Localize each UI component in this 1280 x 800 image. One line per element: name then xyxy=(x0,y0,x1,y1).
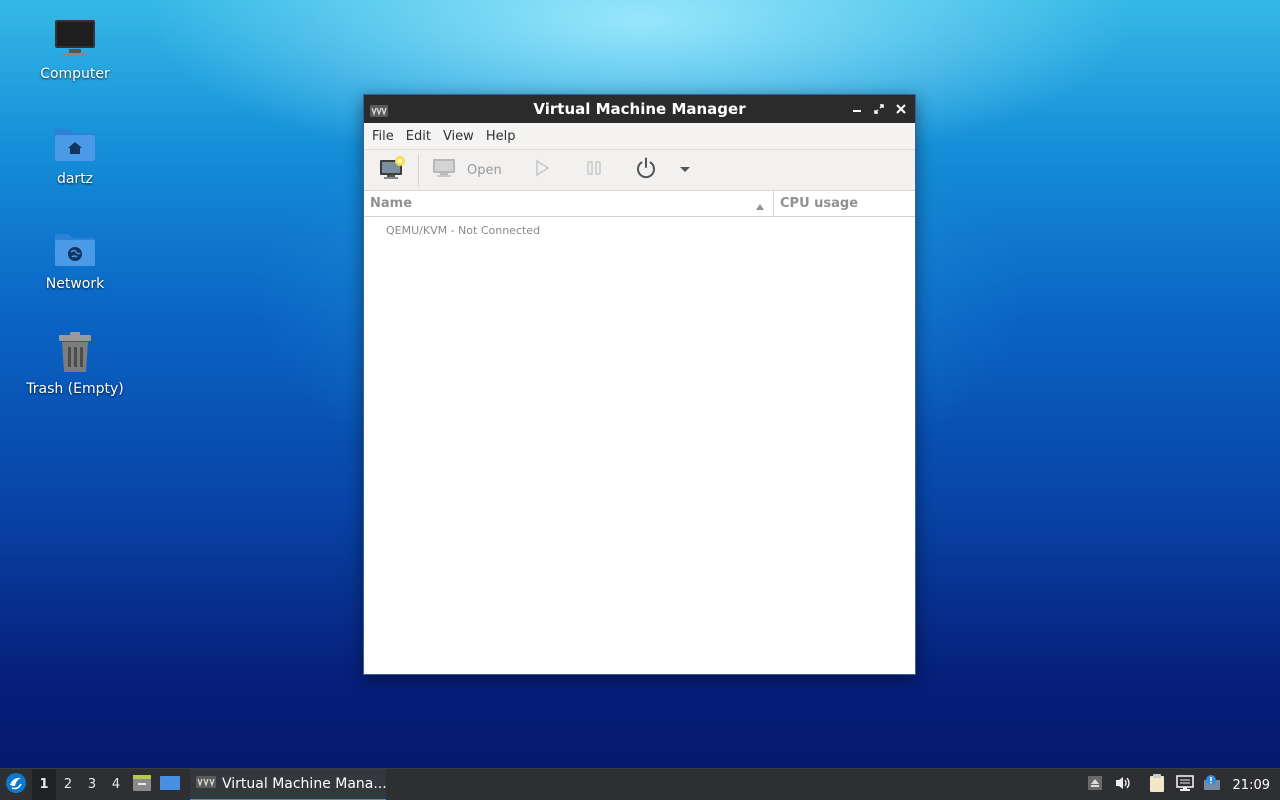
close-icon[interactable] xyxy=(893,101,909,117)
eject-icon xyxy=(1087,775,1103,795)
column-name-label: Name xyxy=(370,196,413,211)
monitor-icon xyxy=(431,157,457,183)
clipboard-icon xyxy=(1148,773,1166,797)
connection-label: QEMU/KVM - Not Connected xyxy=(386,223,541,237)
trash-icon xyxy=(51,329,99,377)
desktop-icon-home[interactable]: dartz xyxy=(20,119,130,187)
network-folder-icon xyxy=(51,224,99,272)
start-menu-button[interactable] xyxy=(0,769,32,800)
new-vm-icon xyxy=(378,155,406,185)
taskbar-window-button[interactable]: Virtual Machine Mana... xyxy=(190,768,386,800)
virt-manager-window: Virtual Machine Manager File Edit View H… xyxy=(363,94,916,675)
shutdown-button[interactable] xyxy=(628,153,664,187)
shutdown-menu-button[interactable] xyxy=(672,153,698,187)
vm-list: QEMU/KVM - Not Connected xyxy=(364,217,915,674)
power-icon xyxy=(634,156,658,184)
desktop-icon-trash[interactable]: Trash (Empty) xyxy=(20,329,130,397)
update-notifier-icon xyxy=(1203,774,1223,796)
window-titlebar[interactable]: Virtual Machine Manager xyxy=(364,95,915,123)
toolbar-separator xyxy=(418,154,419,186)
list-header: Name CPU usage xyxy=(364,191,915,217)
network-status-button[interactable] xyxy=(1171,769,1199,800)
window-title: Virtual Machine Manager xyxy=(533,100,746,118)
clock[interactable]: 21:09 xyxy=(1227,778,1280,793)
notification-button[interactable] xyxy=(1199,769,1227,800)
menu-view[interactable]: View xyxy=(437,129,480,144)
desktop-icon-label: Network xyxy=(45,276,105,292)
volume-button[interactable] xyxy=(1109,769,1137,800)
menu-help[interactable]: Help xyxy=(480,129,522,144)
system-tray: 21:09 xyxy=(1081,769,1280,800)
file-manager-launcher[interactable] xyxy=(128,769,156,800)
desktop-icon xyxy=(160,775,180,795)
menu-file[interactable]: File xyxy=(366,129,400,144)
virt-manager-app-icon[interactable] xyxy=(370,103,388,117)
workspace-4[interactable]: 4 xyxy=(104,769,128,800)
menubar: File Edit View Help xyxy=(364,123,915,149)
speaker-icon xyxy=(1114,775,1132,795)
run-button[interactable] xyxy=(526,153,558,187)
workspace-2[interactable]: 2 xyxy=(56,769,80,800)
list-item[interactable]: QEMU/KVM - Not Connected xyxy=(364,217,915,243)
chevron-down-icon xyxy=(678,161,692,180)
new-vm-button[interactable] xyxy=(372,153,412,187)
minimize-icon[interactable] xyxy=(849,101,865,117)
network-wired-icon xyxy=(1175,774,1195,796)
maximize-icon[interactable] xyxy=(871,101,887,117)
desktop-icon-label: Trash (Empty) xyxy=(26,381,124,397)
computer-icon xyxy=(51,14,99,62)
eject-button[interactable] xyxy=(1081,769,1109,800)
home-folder-icon xyxy=(51,119,99,167)
desktop-icon-network[interactable]: Network xyxy=(20,224,130,292)
show-desktop-button[interactable] xyxy=(156,769,184,800)
column-cpu-label: CPU usage xyxy=(780,196,859,211)
menu-edit[interactable]: Edit xyxy=(400,129,437,144)
clipboard-button[interactable] xyxy=(1143,769,1171,800)
pause-icon xyxy=(584,158,604,182)
open-button[interactable]: Open xyxy=(425,153,508,187)
pause-button[interactable] xyxy=(578,153,610,187)
taskbar-window-label: Virtual Machine Mana... xyxy=(222,775,386,792)
desktop-icon-label: dartz xyxy=(56,171,94,187)
lubuntu-logo-icon xyxy=(5,772,27,798)
taskbar: 1 2 3 4 Virtual Machine Mana... 21:09 xyxy=(0,768,1280,800)
column-header-cpu[interactable]: CPU usage xyxy=(774,191,915,216)
column-header-name[interactable]: Name xyxy=(364,191,774,216)
workspace-1[interactable]: 1 xyxy=(32,768,56,800)
toolbar: Open xyxy=(364,149,915,191)
desktop-icon-computer[interactable]: Computer xyxy=(20,14,130,82)
virt-manager-taskbar-icon xyxy=(196,775,216,792)
desktop-icon-label: Computer xyxy=(40,66,110,82)
sort-ascending-icon xyxy=(755,200,765,215)
workspace-3[interactable]: 3 xyxy=(80,769,104,800)
play-icon xyxy=(532,158,552,182)
open-button-label: Open xyxy=(467,162,502,178)
file-manager-icon xyxy=(132,774,152,796)
